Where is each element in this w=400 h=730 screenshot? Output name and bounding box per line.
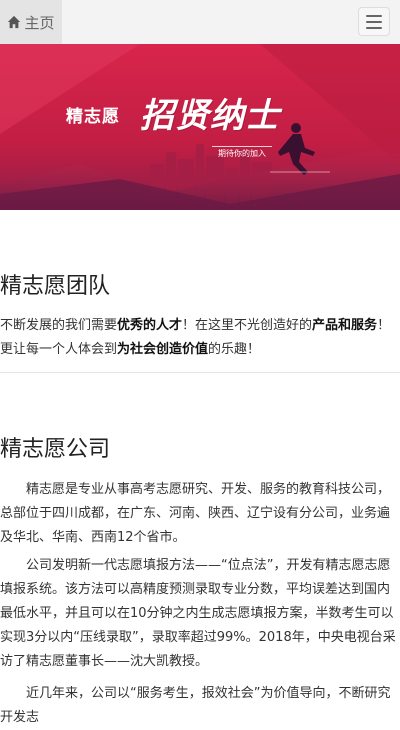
company-section-title: 精志愿公司: [0, 437, 111, 462]
home-label: 主页: [24, 13, 55, 32]
top-navbar: 主页: [0, 0, 400, 45]
home-link[interactable]: 主页: [0, 0, 62, 44]
team-section-title: 精志愿团队: [0, 274, 111, 299]
hamburger-menu-button[interactable]: [358, 7, 390, 36]
banner-tagline: 期待你的加入: [212, 146, 272, 160]
banner-slogan: 招贤纳士: [140, 96, 280, 136]
company-paragraph-2: 公司发明新一代志愿填报方法——“位点法”，开发有精志愿志愿填报系统。该方法可以高…: [0, 558, 396, 669]
company-paragraph-1: 精志愿是专业从事高考志愿研究、开发、服务的教育科技公司，总部位于四川成都，在广东…: [0, 482, 391, 545]
team-description: 不断发展的我们需要优秀的人才！在这里不光创造好的产品和服务！更让每一个人体会到为…: [0, 318, 391, 357]
recruitment-banner: 精志愿 招贤纳士 期待你的加入: [0, 44, 400, 210]
brand-name: 精志愿: [66, 107, 120, 127]
company-paragraph-3: 近几年来，公司以“服务考生，报效社会”为价值导向，不断研究开发志: [0, 686, 391, 725]
home-icon: [8, 15, 21, 29]
hamburger-menu-icon: [366, 14, 382, 17]
section-divider: [0, 372, 400, 373]
